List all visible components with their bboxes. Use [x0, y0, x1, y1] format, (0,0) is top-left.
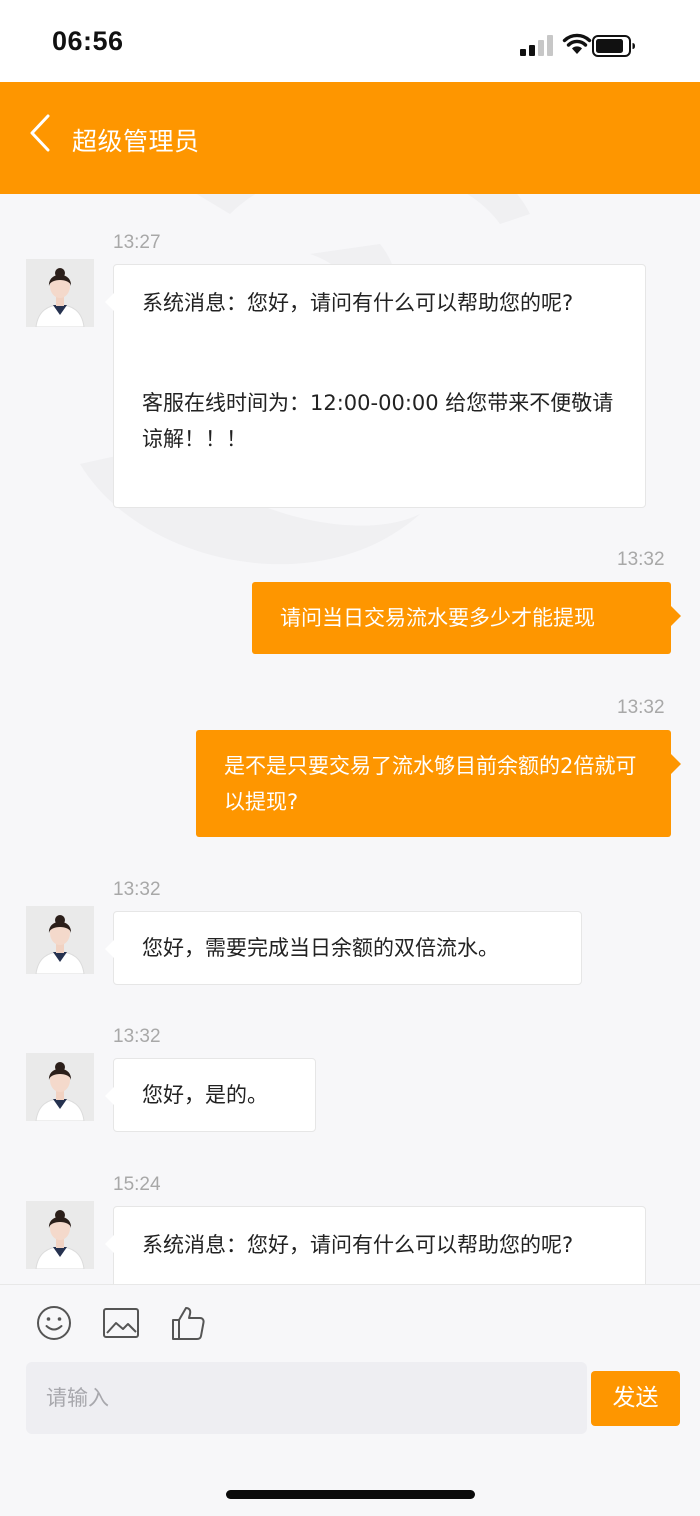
- cellular-signal-icon: [520, 34, 554, 56]
- message-bubble-incoming: 您好，是的。: [105, 1058, 316, 1132]
- agent-avatar-image: [26, 1053, 94, 1121]
- message-text: 您好，需要完成当日余额的双倍流水。: [142, 936, 499, 960]
- thumbs-up-icon[interactable]: [168, 1303, 208, 1343]
- message-text: 系统消息：您好，请问有什么可以帮助您的呢?: [142, 1233, 574, 1257]
- message-bubble-incoming: 系统消息：您好，请问有什么可以帮助您的呢? 客服在线时间为：12:00-00:0…: [105, 264, 646, 508]
- message-bubble-incoming: 系统消息：您好，请问有什么可以帮助您的呢?: [105, 1206, 646, 1284]
- agent-avatar[interactable]: [26, 259, 94, 327]
- wifi-icon: [562, 33, 592, 54]
- message-text: 是不是只要交易了流水够目前余额的2倍就可以提现?: [224, 754, 637, 814]
- input-bar: 发送: [0, 1284, 700, 1516]
- emoji-icon[interactable]: [34, 1303, 74, 1343]
- message-bubble-outgoing: 请问当日交易流水要多少才能提现: [252, 582, 681, 654]
- message-timestamp: 13:32: [617, 549, 665, 570]
- message-input[interactable]: [26, 1362, 587, 1434]
- message-timestamp: 13:32: [113, 1026, 161, 1047]
- agent-avatar-image: [26, 259, 94, 327]
- status-bar: 06:56: [0, 0, 700, 82]
- chat-header: 超级管理员: [0, 82, 700, 194]
- message-timestamp: 13:32: [617, 697, 665, 718]
- message-bubble-outgoing: 是不是只要交易了流水够目前余额的2倍就可以提现?: [196, 730, 681, 837]
- message-timestamp: 13:32: [113, 879, 161, 900]
- agent-avatar[interactable]: [26, 1053, 94, 1121]
- message-paragraph: 系统消息：您好，请问有什么可以帮助您的呢?: [142, 291, 574, 315]
- chat-title: 超级管理员: [72, 127, 200, 156]
- agent-avatar[interactable]: [26, 1201, 94, 1269]
- send-button[interactable]: 发送: [591, 1371, 680, 1426]
- message-timestamp: 15:24: [113, 1174, 161, 1195]
- status-time: 06:56: [52, 26, 124, 56]
- image-icon[interactable]: [101, 1303, 141, 1343]
- message-bubble-incoming: 您好，需要完成当日余额的双倍流水。: [105, 911, 582, 985]
- message-list[interactable]: 13:27 系统消息：您好，请问有什么可以帮助您的呢? 客服在线时间为：12:0…: [0, 194, 700, 1284]
- message-timestamp: 13:27: [113, 232, 161, 253]
- back-arrow-icon[interactable]: [24, 108, 58, 158]
- agent-avatar[interactable]: [26, 906, 94, 974]
- agent-avatar-image: [26, 1201, 94, 1269]
- home-indicator[interactable]: [226, 1490, 475, 1499]
- message-text: 请问当日交易流水要多少才能提现: [280, 606, 595, 630]
- message-paragraph: 客服在线时间为：12:00-00:00 给您带来不便敬请谅解！！！: [142, 391, 614, 451]
- message-text: 您好，是的。: [142, 1083, 268, 1107]
- agent-avatar-image: [26, 906, 94, 974]
- battery-icon: [592, 35, 635, 57]
